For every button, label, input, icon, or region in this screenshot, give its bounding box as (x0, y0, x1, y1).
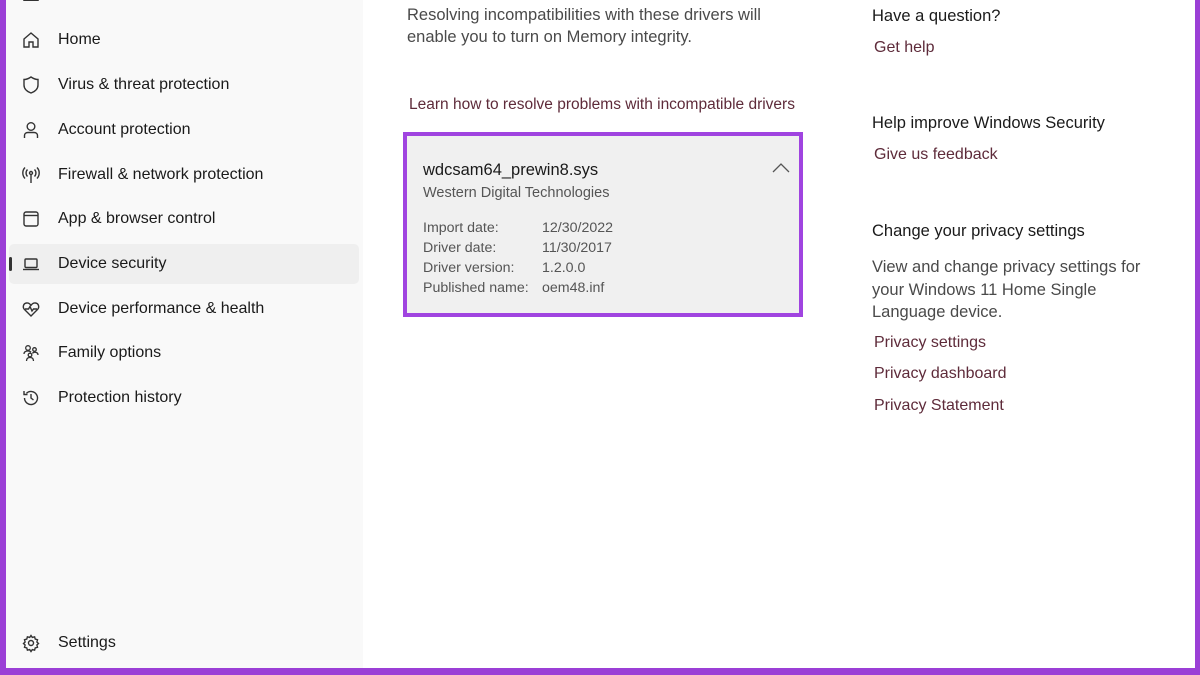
sidebar-item-label: Protection history (58, 389, 182, 406)
active-indicator (9, 257, 12, 271)
sidebar-item-protection-history[interactable]: Protection history (9, 378, 359, 418)
sidebar-item-label: Device performance & health (58, 300, 265, 317)
sidebar-item-device-performance[interactable]: Device performance & health (9, 289, 359, 329)
history-icon (21, 388, 41, 408)
home-icon (21, 30, 41, 50)
privacy-dashboard-link[interactable]: Privacy dashboard (874, 365, 1007, 383)
privacy-statement-link[interactable]: Privacy Statement (874, 397, 1004, 415)
incompatibility-description: Resolving incompatibilities with these d… (407, 6, 761, 46)
detail-key: Import date: (423, 220, 499, 236)
detail-key: Driver version: (423, 260, 515, 276)
learn-incompatible-drivers-link[interactable]: Learn how to resolve problems with incom… (409, 96, 795, 114)
give-feedback-link[interactable]: Give us feedback (874, 146, 998, 164)
sidebar: Home Virus & threat protection Account p… (6, 0, 363, 668)
menu-icon[interactable] (23, 0, 39, 1)
detail-value: oem48.inf (542, 280, 605, 296)
detail-key: Published name: (423, 280, 529, 296)
sidebar-item-label: Virus & threat protection (58, 76, 230, 93)
detail-key: Driver date: (423, 240, 497, 256)
sidebar-item-app-browser-control[interactable]: App & browser control (9, 199, 359, 239)
app-window-icon (21, 209, 41, 229)
sidebar-item-label: Home (58, 31, 101, 48)
sidebar-item-family-options[interactable]: Family options (9, 333, 359, 373)
laptop-icon (21, 254, 41, 274)
chevron-up-icon[interactable] (770, 160, 792, 176)
sidebar-item-label: Account protection (58, 121, 191, 138)
sidebar-item-label: App & browser control (58, 210, 216, 227)
privacy-settings-link[interactable]: Privacy settings (874, 334, 986, 352)
question-heading: Have a question? (872, 7, 1001, 25)
sidebar-item-virus-threat-protection[interactable]: Virus & threat protection (9, 65, 359, 105)
sidebar-item-label: Firewall & network protection (58, 166, 264, 183)
family-icon (21, 343, 41, 363)
detail-value: 11/30/2017 (542, 240, 612, 256)
shield-icon (21, 75, 41, 95)
sidebar-item-label: Family options (58, 344, 162, 361)
sidebar-item-home[interactable]: Home (9, 20, 359, 60)
sidebar-item-label: Settings (58, 634, 116, 651)
detail-value: 12/30/2022 (542, 220, 614, 236)
driver-name: wdcsam64_prewin8.sys (423, 161, 599, 179)
right-panel: Have a question? Get help Help improve W… (872, 0, 1192, 668)
antenna-icon (21, 165, 41, 185)
heart-pulse-icon (21, 299, 41, 319)
person-icon (21, 120, 41, 140)
get-help-link[interactable]: Get help (874, 39, 934, 57)
sidebar-item-account-protection[interactable]: Account protection (9, 110, 359, 150)
windows-security-window: Home Virus & threat protection Account p… (6, 0, 1195, 668)
driver-card[interactable]: wdcsam64_prewin8.sys Western Digital Tec… (403, 132, 803, 317)
driver-company: Western Digital Technologies (423, 185, 610, 201)
sidebar-item-device-security[interactable]: Device security (9, 244, 359, 284)
privacy-heading: Change your privacy settings (872, 222, 1085, 240)
privacy-description: View and change privacy settings for you… (872, 258, 1141, 321)
sidebar-item-firewall[interactable]: Firewall & network protection (9, 155, 359, 195)
detail-value: 1.2.0.0 (542, 260, 586, 276)
main-content: Resolving incompatibilities with these d… (363, 0, 823, 668)
improve-heading: Help improve Windows Security (872, 114, 1105, 132)
sidebar-item-label: Device security (58, 255, 167, 272)
gear-icon (21, 633, 41, 653)
sidebar-item-settings[interactable]: Settings (9, 623, 359, 663)
